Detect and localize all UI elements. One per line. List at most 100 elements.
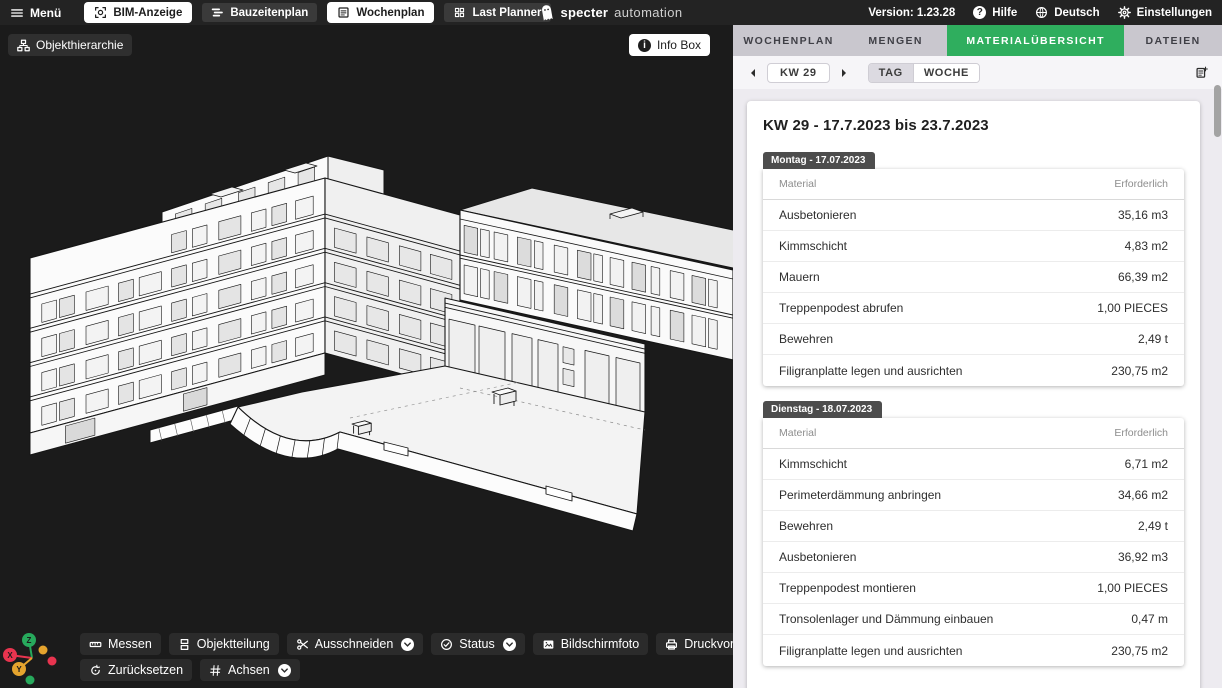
globe-icon <box>1035 6 1048 19</box>
material-name: Kimmschicht <box>779 457 847 471</box>
info-box-button[interactable]: i Info Box <box>629 34 710 56</box>
table-row: Bewehren 2,49 t <box>763 511 1184 542</box>
material-name: Tronsolenlager und Dämmung einbauen <box>779 612 993 626</box>
col-material: Material <box>779 427 816 439</box>
ghost-logo-icon <box>540 4 555 21</box>
material-name: Mauern <box>779 270 820 284</box>
toggle-tag[interactable]: TAG <box>869 64 913 82</box>
tab-wochenplan[interactable]: WOCHENPLAN <box>733 25 844 56</box>
nav-wochenplan-button[interactable]: Wochenplan <box>328 3 433 22</box>
gear-icon <box>1118 6 1131 19</box>
required-amount: 66,39 m2 <box>1118 270 1168 284</box>
druckvorschau-button[interactable]: Druckvorschau <box>656 633 733 655</box>
required-amount: 34,66 m2 <box>1118 488 1168 502</box>
table-row: Treppenpodest abrufen1,00 PIECES <box>763 293 1184 324</box>
col-required: Erforderlich <box>1114 427 1168 439</box>
table-row: Kimmschicht 4,83 m2 <box>763 231 1184 262</box>
material-name: Bewehren <box>779 519 833 533</box>
nav-bim-anzeige-button[interactable]: BIM-Anzeige <box>85 3 191 22</box>
col-material: Material <box>779 178 816 190</box>
table-row: Kimmschicht6,71 m2 <box>763 449 1184 480</box>
weekplan-icon <box>337 6 350 19</box>
day-badge: Montag - 17.07.2023 <box>763 152 875 169</box>
add-note-icon[interactable] <box>1195 65 1210 80</box>
week-toolbar: KW 29 TAGWOCHE <box>733 56 1222 89</box>
version-label: Version: 1.23.28 <box>868 7 955 19</box>
required-amount: 1,00 PIECES <box>1097 581 1168 595</box>
image-icon <box>542 638 555 651</box>
settings-button[interactable]: Einstellungen <box>1118 6 1212 19</box>
chevron-down-icon[interactable] <box>503 638 516 651</box>
table-row: Perimeterdämmung anbringen 34,66 m2 <box>763 480 1184 511</box>
chevron-down-icon[interactable] <box>401 638 414 651</box>
panel-scrollbar[interactable] <box>1214 85 1221 137</box>
material-name: Bewehren <box>779 332 833 346</box>
svg-text:X: X <box>7 651 13 660</box>
object-hierarchy-button[interactable]: Objekthierarchie <box>8 34 132 56</box>
week-selector[interactable]: KW 29 <box>767 63 830 83</box>
required-amount: 230,75 m2 <box>1111 364 1168 378</box>
building-model-canvas[interactable] <box>0 25 733 688</box>
reset-icon <box>89 664 102 677</box>
help-button[interactable]: ? Hilfe <box>973 6 1017 19</box>
required-amount: 0,47 m <box>1131 612 1168 626</box>
bildschirmfoto-button[interactable]: Bildschirmfoto <box>533 633 649 655</box>
material-name: Treppenpodest montieren <box>779 581 916 595</box>
svg-text:Z: Z <box>27 636 32 645</box>
top-bar: Menü BIM-Anzeige Bauzeitenplan Wochenplan L… <box>0 0 1222 25</box>
material-name: Treppenpodest abrufen <box>779 301 903 315</box>
objektteilung-button[interactable]: Objektteilung <box>169 633 279 655</box>
material-name: Perimeterdämmung anbringen <box>779 488 941 502</box>
material-name: Ausbetonieren <box>779 550 856 564</box>
prev-week-button[interactable] <box>745 65 761 81</box>
check-circle-icon <box>440 638 453 651</box>
messen-button[interactable]: Messen <box>80 633 161 655</box>
table-row: Filigranplatte legen und ausrichten230,7… <box>763 635 1184 666</box>
gantt-icon <box>211 6 224 19</box>
week-sheet: KW 29 - 17.7.2023 bis 23.7.2023 Montag -… <box>747 101 1200 688</box>
table-row: Tronsolenlager und Dämmung einbauen 0,47 … <box>763 604 1184 635</box>
achsen-button[interactable]: Achsen <box>200 659 300 681</box>
hierarchy-icon <box>17 39 30 52</box>
day-badge: Dienstag - 18.07.2023 <box>763 401 882 418</box>
right-panel: WOCHENPLANMENGENMATERIALÜBERSICHTDATEIEN… <box>733 25 1222 688</box>
printer-icon <box>665 638 678 651</box>
material-name: Kimmschicht <box>779 239 847 253</box>
menu-button[interactable]: Menü <box>10 6 61 20</box>
scissors-icon <box>296 638 309 651</box>
bim-viewport[interactable]: Objekthierarchie i Info Box Messen Objekt… <box>0 25 733 688</box>
brand-suffix: automation <box>614 5 682 20</box>
next-week-button[interactable] <box>836 65 852 81</box>
required-amount: 2,49 t <box>1138 332 1168 346</box>
required-amount: 4,83 m2 <box>1125 239 1168 253</box>
material-table: MaterialErforderlichKimmschicht6,71 m2Pe… <box>763 418 1184 666</box>
table-row: Bewehren 2,49 t <box>763 324 1184 355</box>
table-header: MaterialErforderlich <box>763 169 1184 200</box>
axis-gizmo[interactable]: Z XY <box>0 618 64 688</box>
brand-name: specter <box>561 5 609 20</box>
tab-dateien[interactable]: DATEIEN <box>1124 25 1222 56</box>
menu-label: Menü <box>30 6 61 20</box>
day-week-toggle[interactable]: TAGWOCHE <box>868 63 980 83</box>
required-amount: 2,49 t <box>1138 519 1168 533</box>
required-amount: 36,92 m3 <box>1118 550 1168 564</box>
split-icon <box>178 638 191 651</box>
ausschneiden-button[interactable]: Ausschneiden <box>287 633 424 655</box>
required-amount: 35,16 m3 <box>1118 208 1168 222</box>
status-button[interactable]: Status <box>431 633 524 655</box>
zurücksetzen-button[interactable]: Zurücksetzen <box>80 659 192 681</box>
table-row: Treppenpodest montieren 1,00 PIECES <box>763 573 1184 604</box>
nav-last-planner-button[interactable]: Last Planner <box>444 3 550 22</box>
tab-mengen[interactable]: MENGEN <box>844 25 947 56</box>
table-row: Mauern 66,39 m2 <box>763 262 1184 293</box>
tab-materialübersicht[interactable]: MATERIALÜBERSICHT <box>947 25 1124 56</box>
svg-text:Y: Y <box>16 665 22 674</box>
info-icon: i <box>638 39 651 52</box>
toggle-woche[interactable]: WOCHE <box>913 64 979 82</box>
language-button[interactable]: Deutsch <box>1035 6 1099 19</box>
axes-icon <box>209 664 222 677</box>
brand-logo: specter automation <box>540 0 683 25</box>
chevron-down-icon[interactable] <box>278 664 291 677</box>
nav-bauzeitenplan-button[interactable]: Bauzeitenplan <box>202 3 317 22</box>
table-header: Material Erforderlich <box>763 418 1184 449</box>
